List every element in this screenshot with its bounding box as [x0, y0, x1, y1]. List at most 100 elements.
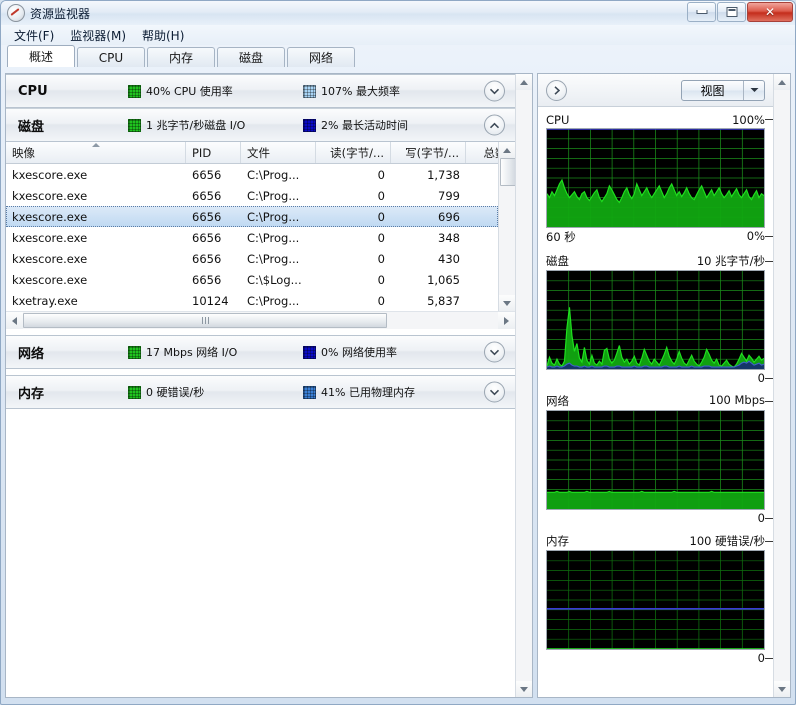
cpu-stat-frequency: 107% 最大频率: [303, 83, 400, 99]
graph-list: CPU 100% 60 秒 0% 磁盘 10 兆字节/秒 0 网络 100 Mb…: [538, 107, 773, 665]
column-header-write[interactable]: 写(字节/...: [391, 142, 466, 163]
menu-file[interactable]: 文件(F): [7, 25, 61, 46]
minimize-button[interactable]: [687, 2, 716, 22]
table-horizontal-scrollbar[interactable]: [6, 311, 515, 329]
cell-write: 348: [438, 230, 460, 245]
table-scroll-thumb[interactable]: [500, 158, 515, 186]
chevron-up-icon[interactable]: [484, 114, 505, 136]
column-header-read[interactable]: 读(字节/...: [316, 142, 391, 163]
scroll-right-icon[interactable]: [498, 312, 515, 329]
memory-plot: [546, 550, 765, 650]
table-row[interactable]: kxescore.exe 6656 C:\Prog... 0 1,738 1: [6, 164, 498, 185]
disk-graph-body: [546, 261, 773, 379]
table-row[interactable]: kxescore.exe 6656 C:\Prog... 0 430: [6, 248, 498, 269]
cell-total: [466, 185, 498, 206]
cell-image: kxescore.exe: [12, 272, 88, 287]
cell-total: [466, 248, 498, 269]
table-row[interactable]: kxescore.exe 6656 C:\Prog... 0 799: [6, 185, 498, 206]
cpu-graph-footer: 60 秒 0%: [546, 229, 765, 245]
cpu-graph-bracket: [765, 119, 773, 237]
restore-button[interactable]: [717, 2, 746, 22]
disk-activity-swatch: [303, 118, 316, 132]
cell-file: C:\Prog...: [247, 209, 300, 224]
cell-read: 0: [377, 167, 385, 182]
disk-graph-min: 0: [757, 371, 765, 385]
cpu-graph-max: 100%: [732, 113, 765, 127]
chevron-down-icon[interactable]: [484, 80, 505, 102]
cell-read: 0: [377, 272, 385, 287]
chevron-down-icon[interactable]: [484, 341, 505, 363]
disk-section-header[interactable]: 磁盘 1 兆字节/秒磁盘 I/O 2% 最长活动时间: [6, 108, 515, 142]
scroll-up-icon[interactable]: [774, 74, 790, 90]
left-scroll-track[interactable]: [516, 90, 532, 681]
cpu-section-header[interactable]: CPU 40% CPU 使用率 107% 最大频率: [6, 74, 515, 108]
tab-memory[interactable]: 内存: [147, 47, 215, 67]
chevron-right-icon[interactable]: [546, 79, 567, 101]
tab-overview[interactable]: 概述: [7, 45, 75, 67]
network-graph-max: 100 Mbps: [708, 393, 765, 407]
cell-pid: 6656: [192, 188, 222, 203]
table-row[interactable]: kxetray.exe 10124 C:\Prog... 0 5,837 5: [6, 290, 498, 311]
scroll-down-icon[interactable]: [774, 681, 790, 697]
cell-file: C:\Prog...: [247, 167, 300, 182]
table-row[interactable]: kxescore.exe 6656 C:\$Log... 0 1,065 1: [6, 269, 498, 290]
view-button[interactable]: 视图: [681, 79, 765, 101]
tab-disk[interactable]: 磁盘: [217, 47, 285, 67]
hscroll-track[interactable]: [23, 312, 498, 329]
cell-pid: 6656: [192, 230, 222, 245]
cell-file: C:\Prog...: [247, 293, 300, 308]
network-section-header[interactable]: 网络 17 Mbps 网络 I/O 0% 网络使用率: [6, 335, 515, 369]
cell-total: 5: [466, 290, 498, 311]
hscroll-thumb[interactable]: [23, 313, 387, 328]
table-row-selected[interactable]: kxescore.exe 6656 C:\Prog... 0 696: [6, 206, 498, 227]
memory-stat-used: 41% 已用物理内存: [303, 384, 415, 400]
network-graph-title: 网络: [546, 394, 569, 408]
memory-graph-block: 内存 100 硬错误/秒 0: [546, 533, 773, 665]
disk-graph-block: 磁盘 10 兆字节/秒 0: [546, 253, 773, 385]
cell-read: 0: [377, 230, 385, 245]
scroll-down-icon[interactable]: [516, 681, 532, 697]
table-scroll-track[interactable]: [499, 158, 515, 295]
graphs-container: 视图 CPU 100% 60 秒 0% 磁盘 10 兆字节/秒 0 网络 100…: [538, 74, 773, 697]
cpu-stat-usage: 40% CPU 使用率: [128, 83, 303, 99]
column-header-total[interactable]: 总数(字节: [466, 142, 498, 163]
column-header-file[interactable]: 文件: [241, 142, 316, 163]
cell-total: [466, 206, 498, 227]
memory-graph-max: 100 硬错误/秒: [689, 534, 765, 548]
window-title: 资源监视器: [30, 6, 91, 21]
tab-network[interactable]: 网络: [287, 47, 355, 67]
table-body: kxescore.exe 6656 C:\Prog... 0 1,738 1 k…: [6, 164, 498, 311]
menu-monitor[interactable]: 监视器(M): [63, 25, 133, 46]
cell-pid: 6656: [192, 167, 222, 182]
scroll-left-icon[interactable]: [6, 312, 23, 329]
left-pane-scrollbar[interactable]: [515, 74, 532, 697]
right-pane-scrollbar[interactable]: [773, 74, 790, 697]
network-graph-min: 0: [757, 511, 765, 525]
cpu-graph-title: CPU: [546, 113, 570, 127]
network-graph-labels: 网络 100 Mbps: [546, 393, 765, 409]
scroll-up-icon[interactable]: [516, 74, 532, 90]
cell-total: 1: [466, 269, 498, 290]
close-button[interactable]: ✕: [747, 2, 793, 22]
disk-graph-footer: 0: [546, 371, 765, 385]
cpu-graph-block: CPU 100% 60 秒 0%: [546, 113, 773, 245]
column-header-image[interactable]: 映像: [6, 142, 186, 163]
right-scroll-track[interactable]: [774, 90, 790, 681]
cpu-graph-time: 60 秒: [546, 230, 576, 244]
cpu-frequency-swatch: [303, 84, 316, 98]
chevron-down-icon[interactable]: [744, 87, 764, 93]
scroll-down-icon[interactable]: [499, 295, 515, 311]
sections-container: CPU 40% CPU 使用率 107% 最大频率 磁盘 1 兆字节/秒磁盘 I…: [6, 74, 515, 697]
memory-faults-label: 0 硬错误/秒: [146, 386, 205, 399]
chevron-down-icon[interactable]: [484, 381, 505, 403]
memory-section-header[interactable]: 内存 0 硬错误/秒 41% 已用物理内存: [6, 375, 515, 409]
tab-cpu[interactable]: CPU: [77, 47, 145, 67]
memory-graph-body: [546, 541, 773, 659]
table-vertical-scrollbar[interactable]: [498, 142, 515, 311]
disk-graph-title: 磁盘: [546, 254, 569, 268]
network-graph-block: 网络 100 Mbps 0: [546, 393, 773, 525]
scroll-up-icon[interactable]: [499, 142, 515, 158]
table-row[interactable]: kxescore.exe 6656 C:\Prog... 0 348: [6, 227, 498, 248]
column-header-pid[interactable]: PID: [186, 142, 241, 163]
menu-help[interactable]: 帮助(H): [135, 25, 191, 46]
